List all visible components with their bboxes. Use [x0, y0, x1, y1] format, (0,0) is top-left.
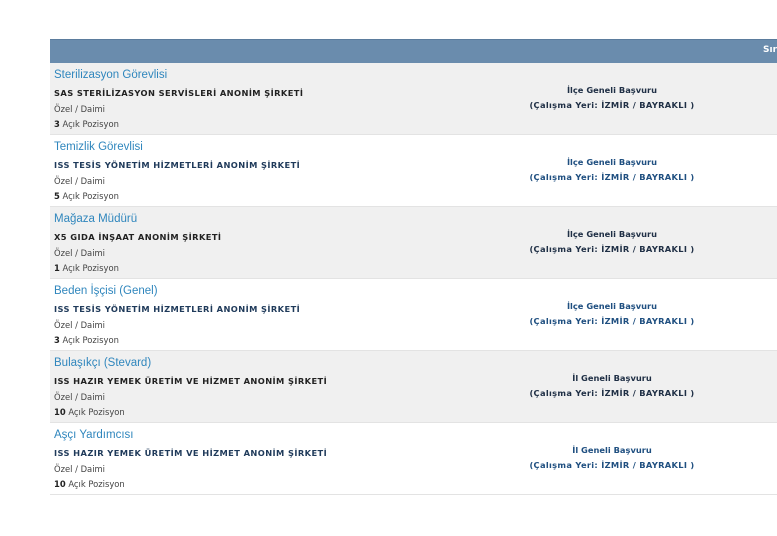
- job-title-link[interactable]: Sterilizasyon Görevlisi: [54, 69, 167, 81]
- table-row: Aşçı Yardımcısı ISS HAZIR YEMEK ÜRETİM V…: [50, 423, 777, 495]
- application-scope: İlçe Geneli Başvuru: [566, 85, 658, 95]
- column-header[interactable]: Sır: [763, 45, 777, 55]
- table-row: Bulaşıkçı (Stevard) ISS HAZIR YEMEK ÜRET…: [50, 351, 777, 423]
- position-count: 3: [54, 335, 60, 345]
- work-location: (Çalışma Yeri: İZMİR / BAYRAKLI ): [529, 100, 695, 110]
- company-name: X5 GIDA İNŞAAT ANONİM ŞİRKETİ: [54, 232, 222, 242]
- company-name: ISS HAZIR YEMEK ÜRETİM VE HİZMET ANONİM …: [54, 448, 328, 458]
- open-positions: 10 Açık Pozisyon: [54, 407, 125, 417]
- position-count: 1: [54, 263, 60, 273]
- position-count: 3: [54, 119, 60, 129]
- application-scope: İlçe Geneli Başvuru: [566, 157, 658, 167]
- job-title-link[interactable]: Temizlik Görevlisi: [54, 141, 143, 153]
- table-row: Temizlik Görevlisi ISS TESİS YÖNETİM HİZ…: [50, 135, 777, 207]
- company-name: SAS STERİLİZASYON SERVİSLERİ ANONİM ŞİRK…: [54, 88, 304, 98]
- employment-type: Özel / Daimi: [54, 320, 106, 330]
- position-label: Açık Pozisyon: [62, 335, 119, 345]
- table-row: Mağaza Müdürü X5 GIDA İNŞAAT ANONİM ŞİRK…: [50, 207, 777, 279]
- job-listing-table: Sır Sterilizasyon Görevlisi SAS STERİLİZ…: [50, 39, 777, 495]
- application-scope: İl Geneli Başvuru: [572, 373, 652, 383]
- open-positions: 10 Açık Pozisyon: [54, 479, 125, 489]
- job-title-link[interactable]: Beden İşçisi (Genel): [54, 285, 158, 297]
- position-label: Açık Pozisyon: [68, 407, 125, 417]
- application-scope: İlçe Geneli Başvuru: [566, 229, 658, 239]
- company-name: ISS TESİS YÖNETİM HİZMETLERİ ANONİM ŞİRK…: [54, 304, 301, 314]
- position-label: Açık Pozisyon: [62, 191, 119, 201]
- work-location: (Çalışma Yeri: İZMİR / BAYRAKLI ): [529, 172, 695, 182]
- table-header: Sır: [50, 39, 777, 63]
- open-positions: 5 Açık Pozisyon: [54, 191, 119, 201]
- job-title-link[interactable]: Bulaşıkçı (Stevard): [54, 357, 151, 369]
- open-positions: 3 Açık Pozisyon: [54, 119, 119, 129]
- work-location: (Çalışma Yeri: İZMİR / BAYRAKLI ): [529, 460, 695, 470]
- employment-type: Özel / Daimi: [54, 392, 106, 402]
- position-label: Açık Pozisyon: [62, 119, 119, 129]
- position-count: 5: [54, 191, 60, 201]
- employment-type: Özel / Daimi: [54, 176, 106, 186]
- company-name: ISS TESİS YÖNETİM HİZMETLERİ ANONİM ŞİRK…: [54, 160, 301, 170]
- open-positions: 1 Açık Pozisyon: [54, 263, 119, 273]
- position-label: Açık Pozisyon: [62, 263, 119, 273]
- application-scope: İl Geneli Başvuru: [572, 445, 652, 455]
- work-location: (Çalışma Yeri: İZMİR / BAYRAKLI ): [529, 244, 695, 254]
- position-label: Açık Pozisyon: [68, 479, 125, 489]
- employment-type: Özel / Daimi: [54, 104, 106, 114]
- table-row: Sterilizasyon Görevlisi SAS STERİLİZASYO…: [50, 63, 777, 135]
- table-row: Beden İşçisi (Genel) ISS TESİS YÖNETİM H…: [50, 279, 777, 351]
- employment-type: Özel / Daimi: [54, 464, 106, 474]
- job-title-link[interactable]: Aşçı Yardımcısı: [54, 429, 133, 441]
- employment-type: Özel / Daimi: [54, 248, 106, 258]
- job-title-link[interactable]: Mağaza Müdürü: [54, 213, 137, 225]
- open-positions: 3 Açık Pozisyon: [54, 335, 119, 345]
- company-name: ISS HAZIR YEMEK ÜRETİM VE HİZMET ANONİM …: [54, 376, 328, 386]
- position-count: 10: [54, 479, 66, 489]
- application-scope: İlçe Geneli Başvuru: [566, 301, 658, 311]
- work-location: (Çalışma Yeri: İZMİR / BAYRAKLI ): [529, 388, 695, 398]
- work-location: (Çalışma Yeri: İZMİR / BAYRAKLI ): [529, 316, 695, 326]
- position-count: 10: [54, 407, 66, 417]
